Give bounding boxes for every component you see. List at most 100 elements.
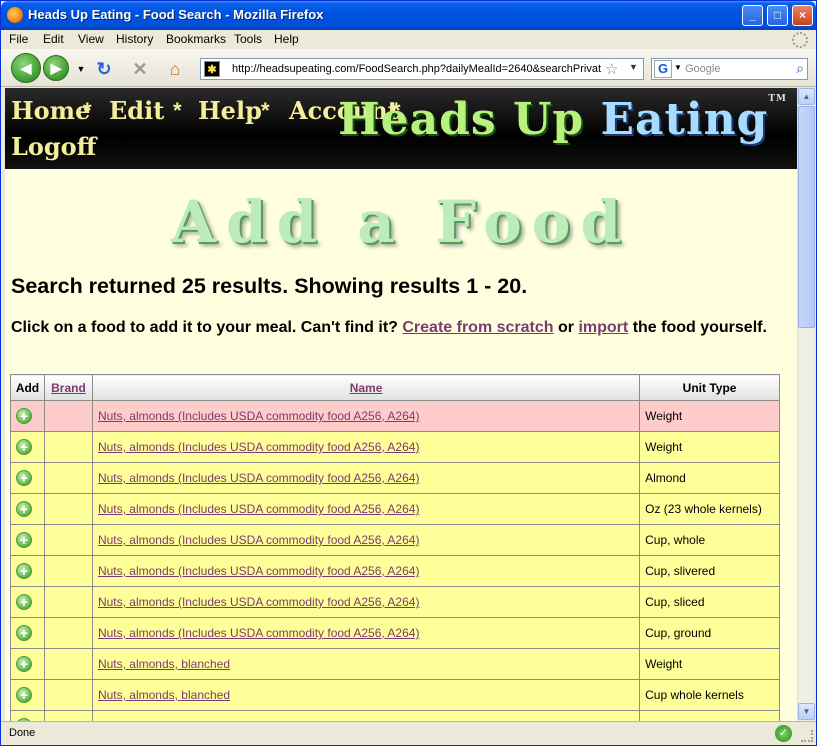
menu-view[interactable]: View <box>78 32 104 46</box>
table-row[interactable]: + Nuts, almonds (Includes USDA commodity … <box>10 586 780 618</box>
food-name-link[interactable]: Nuts, almonds (Includes USDA commodity f… <box>98 471 420 485</box>
url-text[interactable]: http://headsupeating.com/FoodSearch.php?… <box>232 63 602 75</box>
minimize-button[interactable]: _ <box>742 5 763 26</box>
add-cell[interactable]: + <box>10 617 45 649</box>
import-link[interactable]: import <box>578 319 628 336</box>
title-bar[interactable]: Heads Up Eating - Food Search - Mozilla … <box>1 1 816 30</box>
close-button[interactable]: × <box>792 5 813 26</box>
table-row[interactable]: + Nuts, almonds, blanched Cup whole kernel… <box>10 679 780 711</box>
header-name[interactable]: Name <box>91 374 641 401</box>
brand-cell <box>43 617 93 649</box>
reload-icon[interactable]: ↻ <box>94 59 114 79</box>
scroll-up-icon[interactable]: ▲ <box>798 88 815 105</box>
food-name-link[interactable]: Nuts, almonds (Includes USDA commodity f… <box>98 595 420 609</box>
nav-home[interactable]: Home <box>11 96 90 125</box>
home-icon[interactable]: ⌂ <box>165 59 185 79</box>
add-food-icon[interactable]: + <box>16 594 32 610</box>
back-button[interactable]: ◀ <box>11 53 41 83</box>
add-cell[interactable]: + <box>10 679 45 711</box>
food-name-link[interactable]: Nuts, almonds (Includes USDA commodity f… <box>98 626 420 640</box>
add-cell[interactable]: + <box>10 710 45 721</box>
food-name-link[interactable]: Nuts, almonds (Includes USDA commodity f… <box>98 533 420 547</box>
sort-brand-link[interactable]: Brand <box>51 381 86 395</box>
brand-cell <box>43 431 93 463</box>
site-banner: Home * Edit * Help * Account * Logoff He… <box>5 88 797 169</box>
search-icon[interactable]: ⌕ <box>796 60 804 77</box>
add-cell[interactable]: + <box>10 524 45 556</box>
food-name-link[interactable]: Nuts, almonds (Includes USDA commodity f… <box>98 564 420 578</box>
name-cell: Nuts, almonds, blanched <box>91 648 641 680</box>
table-row[interactable]: + Nuts, almonds (Includes USDA commodity … <box>10 555 780 587</box>
add-cell[interactable]: + <box>10 648 45 680</box>
name-cell: Nuts, almonds (Includes USDA commodity f… <box>91 524 641 556</box>
resize-grip-icon[interactable] <box>801 730 813 742</box>
name-cell: Nuts, almonds (Includes USDA commodity f… <box>91 462 641 494</box>
search-input[interactable]: Google <box>685 63 720 75</box>
nav-logoff[interactable]: Logoff <box>11 132 96 161</box>
trademark-mark: TM <box>768 94 787 104</box>
menu-help[interactable]: Help <box>274 32 299 46</box>
scroll-down-icon[interactable]: ▼ <box>798 703 815 720</box>
scroll-thumb[interactable] <box>798 106 815 328</box>
unit-type-cell: Cup, sliced <box>639 586 780 618</box>
table-row[interactable]: + Nuts, almonds (Includes USDA commodity … <box>10 493 780 525</box>
brand-cell <box>43 462 93 494</box>
instructions-suffix: the food yourself. <box>632 319 767 336</box>
header-brand[interactable]: Brand <box>43 374 93 401</box>
search-box[interactable]: G ▼ Google ⌕ <box>651 58 808 80</box>
browser-window: Heads Up Eating - Food Search - Mozilla … <box>0 0 817 746</box>
bookmark-star-icon[interactable]: ☆ <box>605 60 618 78</box>
menu-history[interactable]: History <box>116 32 153 46</box>
add-cell[interactable]: + <box>10 493 45 525</box>
logo-part1: Heads Up <box>338 94 585 145</box>
history-dropdown-icon[interactable]: ▼ <box>71 59 91 79</box>
url-dropdown-icon[interactable]: ▼ <box>629 62 638 72</box>
table-row[interactable]: + Nuts, almonds (Includes USDA commodity … <box>10 462 780 494</box>
add-cell[interactable]: + <box>10 400 45 432</box>
table-row[interactable]: + Nuts, almonds (Includes USDA commodity … <box>10 400 780 432</box>
add-cell[interactable]: + <box>10 586 45 618</box>
create-from-scratch-link[interactable]: Create from scratch <box>402 319 553 336</box>
unit-type-cell: Cup, ground <box>639 617 780 649</box>
food-name-link[interactable]: Nuts, almonds (Includes USDA commodity f… <box>98 502 420 516</box>
unit-type-cell: Cup, whole <box>639 524 780 556</box>
stop-icon[interactable]: ✕ <box>130 59 150 79</box>
food-name-link[interactable]: Nuts, almonds, blanched <box>98 657 230 671</box>
throbber-icon <box>792 32 808 48</box>
add-food-icon[interactable]: + <box>16 439 32 455</box>
menu-bookmarks[interactable]: Bookmarks <box>166 32 226 46</box>
add-food-icon[interactable]: + <box>16 687 32 703</box>
name-cell: Nuts, almonds (Includes USDA commodity f… <box>91 586 641 618</box>
menu-tools[interactable]: Tools <box>234 32 262 46</box>
menu-edit[interactable]: Edit <box>43 32 64 46</box>
table-row[interactable]: + <box>10 710 780 721</box>
menu-file[interactable]: File <box>9 32 28 46</box>
unit-type-cell: Weight <box>639 400 780 432</box>
engine-dropdown-icon[interactable]: ▼ <box>674 63 682 72</box>
add-food-icon[interactable]: + <box>16 656 32 672</box>
add-food-icon[interactable]: + <box>16 408 32 424</box>
nav-help[interactable]: Help <box>198 96 262 125</box>
table-row[interactable]: + Nuts, almonds (Includes USDA commodity … <box>10 524 780 556</box>
add-cell[interactable]: + <box>10 555 45 587</box>
add-food-icon[interactable]: + <box>16 501 32 517</box>
address-bar[interactable]: ✱ http://headsupeating.com/FoodSearch.ph… <box>200 58 644 80</box>
food-name-link[interactable]: Nuts, almonds (Includes USDA commodity f… <box>98 409 420 423</box>
food-name-link[interactable]: Nuts, almonds (Includes USDA commodity f… <box>98 440 420 454</box>
vertical-scrollbar[interactable]: ▲ ▼ <box>797 88 815 721</box>
search-engine-icon[interactable]: G <box>654 60 672 78</box>
nav-edit[interactable]: Edit <box>109 96 164 125</box>
table-row[interactable]: + Nuts, almonds (Includes USDA commodity … <box>10 617 780 649</box>
forward-button[interactable]: ▶ <box>43 55 69 81</box>
food-name-link[interactable]: Nuts, almonds, blanched <box>98 688 230 702</box>
add-food-icon[interactable]: + <box>16 563 32 579</box>
add-cell[interactable]: + <box>10 431 45 463</box>
add-food-icon[interactable]: + <box>16 470 32 486</box>
add-cell[interactable]: + <box>10 462 45 494</box>
table-row[interactable]: + Nuts, almonds, blanched Weight <box>10 648 780 680</box>
add-food-icon[interactable]: + <box>16 625 32 641</box>
add-food-icon[interactable]: + <box>16 532 32 548</box>
maximize-button[interactable]: □ <box>767 5 788 26</box>
table-row[interactable]: + Nuts, almonds (Includes USDA commodity … <box>10 431 780 463</box>
sort-name-link[interactable]: Name <box>350 381 383 395</box>
